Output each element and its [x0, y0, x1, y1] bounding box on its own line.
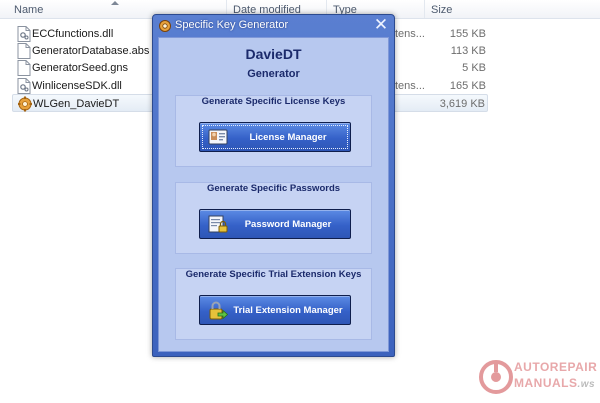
column-header-size[interactable]: Size	[424, 0, 600, 18]
trial-extension-manager-label: Trial Extension Manager	[233, 305, 343, 316]
file-name: WinlicenseSDK.dll	[32, 80, 122, 92]
license-manager-button[interactable]: License Manager	[199, 122, 351, 152]
watermark-line2-text: MANUALS	[514, 376, 578, 390]
app-name-heading: DavieDT	[245, 46, 302, 62]
trial-extension-manager-button[interactable]: Trial Extension Manager	[199, 295, 351, 325]
license-manager-label: License Manager	[249, 132, 327, 143]
password-manager-label: Password Manager	[244, 219, 332, 230]
password-manager-button[interactable]: Password Manager	[199, 209, 351, 239]
app-gear-icon	[159, 20, 171, 32]
file-name: ECCfunctions.dll	[32, 28, 114, 40]
file-type: tens...	[395, 28, 425, 40]
window-titlebar[interactable]: Specific Key Generator ✕	[153, 15, 394, 37]
app-subtitle: Generator	[247, 68, 300, 80]
group-title-trial-extension-keys: Generate Specific Trial Extension Keys	[185, 269, 362, 280]
dialog-body: DavieDT Generator Generate Specific Lice…	[158, 37, 389, 352]
file-name: GeneratorDatabase.abs	[32, 45, 150, 57]
file-type: tens...	[395, 80, 425, 92]
group-title-passwords: Generate Specific Passwords	[206, 183, 341, 194]
site-watermark: AUTOREPAIR MANUALS.ws	[478, 355, 598, 399]
lock-arrow-icon	[209, 301, 228, 320]
file-size: 113 KB	[450, 45, 486, 57]
file-size: 5 KB	[462, 62, 486, 74]
document-file-icon	[17, 60, 31, 76]
watermark-logo-icon	[479, 360, 513, 394]
password-document-icon	[208, 215, 228, 233]
watermark-tld: .ws	[577, 379, 596, 390]
close-button[interactable]: ✕	[370, 16, 392, 34]
group-title-license-keys: Generate Specific License Keys	[201, 96, 346, 107]
sort-ascending-icon	[111, 1, 119, 5]
file-name: WLGen_DavieDT	[33, 98, 120, 110]
file-size: 165 KB	[449, 80, 486, 92]
key-generator-window: Specific Key Generator ✕ DavieDT Generat…	[152, 14, 395, 357]
file-size: 3,619 KB	[439, 98, 485, 110]
watermark-line1: AUTOREPAIR	[514, 360, 598, 374]
application-gear-icon	[18, 96, 32, 112]
trial-extension-keys-group: Generate Specific Trial Extension Keys T…	[175, 268, 372, 340]
license-card-icon	[208, 129, 228, 145]
license-keys-group: Generate Specific License Keys License M…	[175, 95, 372, 167]
document-file-icon	[17, 43, 31, 59]
dll-file-icon	[17, 26, 31, 42]
dll-file-icon	[17, 78, 31, 94]
file-name: GeneratorSeed.gns	[32, 62, 129, 74]
passwords-group: Generate Specific Passwords Password Man…	[175, 182, 372, 254]
file-size: 155 KB	[449, 28, 486, 40]
window-title: Specific Key Generator	[175, 19, 289, 31]
watermark-line2: MANUALS.ws	[514, 376, 595, 390]
